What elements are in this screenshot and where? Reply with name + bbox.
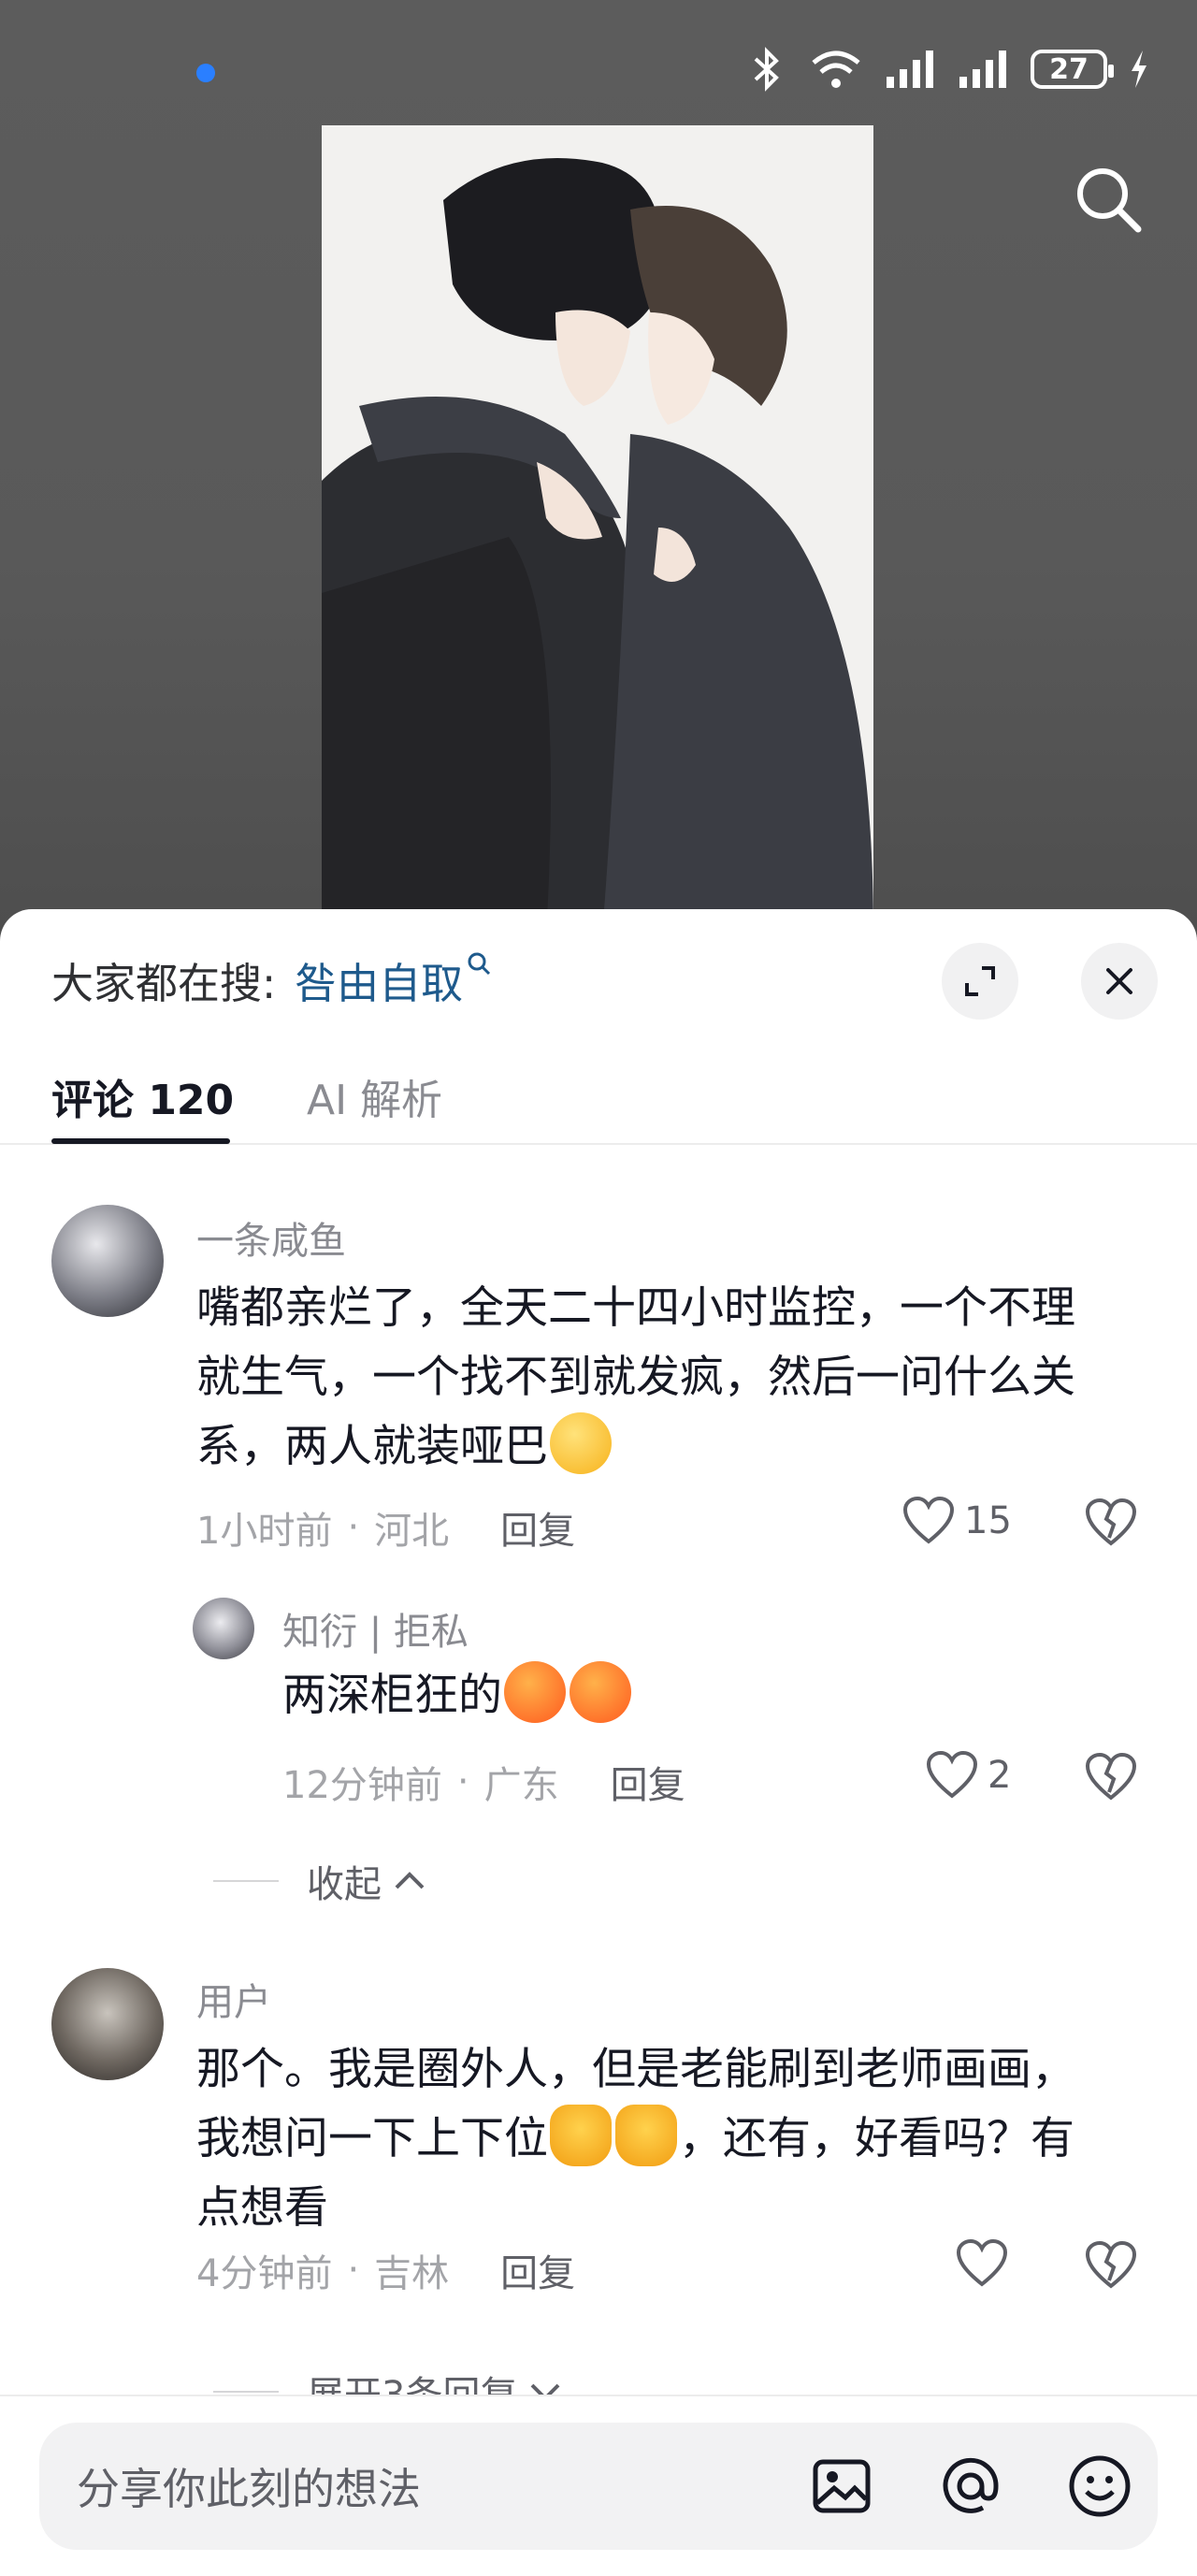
separator-dot: · — [456, 1760, 469, 1803]
expand-icon — [965, 966, 995, 996]
like-button[interactable] — [956, 2239, 1008, 2288]
reply-text-body: 两深柜狂的 — [282, 1670, 502, 1721]
reply-button[interactable]: 回复 — [500, 2243, 575, 2297]
collapse-replies[interactable]: 收起 — [213, 1854, 428, 1908]
like-count: 2 — [988, 1754, 1012, 1797]
comment-nickname[interactable]: 用户 — [196, 1972, 271, 2026]
heart-icon — [926, 1751, 978, 1799]
comment-time: 1小时前 — [196, 1510, 333, 1553]
broken-heart-icon — [1085, 1498, 1137, 1546]
comment-input-placeholder: 分享你此刻的想法 — [77, 2464, 421, 2514]
comment-meta: 1小时前 · 河北 回复 — [196, 1500, 575, 1555]
signal-icon-2 — [959, 51, 1006, 88]
reply-button[interactable]: 回复 — [611, 1755, 685, 1809]
comment-meta: 4分钟前 · 吉林 回复 — [196, 2243, 575, 2297]
comment-nickname[interactable]: 一条咸鱼 — [196, 1210, 346, 1265]
tab-bar: 评论 120 AI 解析 — [0, 1049, 1197, 1145]
comment-input-bar: 分享你此刻的想法 — [0, 2395, 1197, 2576]
avatar[interactable] — [193, 1598, 254, 1659]
tab-ai-analysis[interactable]: AI 解析 — [307, 1049, 442, 1143]
separator-dot: · — [347, 1506, 360, 1549]
dislike-button[interactable] — [1085, 1498, 1137, 1551]
comment-text-line: 点想看 — [196, 2182, 328, 2234]
comment-text-line: 嘴都亲烂了，全天二十四小时监控，一个不理 — [196, 1282, 1075, 1334]
mention-button[interactable] — [935, 2451, 1006, 2522]
heart-icon — [902, 1497, 955, 1544]
broken-heart-icon — [1085, 2240, 1137, 2289]
artwork-image[interactable] — [322, 125, 873, 935]
comment-text-line: ，还有，好看吗？有 — [679, 2113, 1074, 2164]
hot-face-emoji-icon — [570, 1661, 631, 1723]
like-button[interactable]: 2 — [926, 1751, 1011, 1800]
video-background: 27 — [0, 0, 1197, 935]
search-button[interactable] — [1066, 157, 1150, 241]
charging-icon — [1132, 51, 1147, 88]
avatar[interactable] — [51, 1205, 164, 1317]
comment-text-line: 系，两人就装哑巴 — [196, 1421, 548, 1472]
like-count: 15 — [964, 1499, 1012, 1542]
dislike-button[interactable] — [1085, 2240, 1137, 2294]
wifi-icon — [812, 51, 860, 88]
status-bar: 27 — [0, 0, 1197, 140]
divider-line — [213, 2391, 279, 2393]
comment-region: 河北 — [374, 1510, 450, 1553]
praying-hands-emoji-icon — [550, 2105, 612, 2166]
collapse-label: 收起 — [307, 1863, 382, 1906]
eye-roll-emoji-icon — [550, 1412, 612, 1474]
comment-text-line: 就生气，一个找不到就发疯，然后一问什么关 — [196, 1352, 1075, 1403]
emoji-button[interactable] — [1064, 2451, 1135, 2522]
comment-text-line: 那个。我是圈外人，但是老能刷到老师画画， — [196, 2044, 1075, 2095]
separator-dot: · — [347, 2249, 360, 2292]
expand-button[interactable] — [942, 943, 1018, 1020]
comment-time: 4分钟前 — [196, 2252, 333, 2295]
reply-nickname[interactable]: 知衍 | 拒私 — [282, 1601, 469, 1656]
praying-hands-emoji-icon — [615, 2105, 677, 2166]
comment-sheet: 大家都在搜: 咎由自取 评论 120 AI 解析 一条咸鱼 嘴都亲烂了，全天二十… — [0, 909, 1197, 2576]
illustration-two-figures — [322, 125, 873, 935]
like-button[interactable]: 15 — [902, 1497, 1012, 1545]
comment-text: 那个。我是圈外人，但是老能刷到老师画画， 我想问一下上下位 ，还有，好看吗？有 点… — [196, 2035, 1160, 2243]
dislike-button[interactable] — [1085, 1752, 1137, 1805]
status-left — [51, 45, 295, 92]
reply-button[interactable]: 回复 — [500, 1500, 575, 1555]
reply-region: 广东 — [483, 1764, 559, 1807]
heart-icon — [956, 2239, 1008, 2287]
hot-face-emoji-icon — [504, 1661, 566, 1723]
reply-text: 两深柜狂的 — [282, 1661, 633, 1730]
smiley-icon — [1069, 2455, 1131, 2517]
comment-region: 吉林 — [374, 2252, 450, 2295]
divider-line — [213, 1880, 279, 1882]
comment-text-line-wrap: 我想问一下上下位 ，还有，好看吗？有 — [196, 2105, 1160, 2174]
search-icon — [1077, 168, 1142, 233]
hot-search-prefix: 大家都在搜: — [51, 958, 277, 1008]
reply-meta: 12分钟前 · 广东 回复 — [282, 1755, 685, 1809]
tab-active-indicator — [51, 1138, 230, 1144]
avatar[interactable] — [51, 1968, 164, 2080]
notification-dot-icon — [196, 64, 215, 82]
comment-text-line-wrap: 系，两人就装哑巴 — [196, 1412, 1150, 1482]
image-icon — [813, 2459, 871, 2513]
comment-text-line: 我想问一下上下位 — [196, 2113, 548, 2164]
hot-search-bar[interactable]: 大家都在搜: 咎由自取 — [51, 947, 491, 1012]
status-icons: 27 — [746, 41, 1150, 97]
close-button[interactable] — [1081, 943, 1158, 1020]
at-sign-icon — [943, 2457, 999, 2513]
search-small-icon — [467, 951, 491, 982]
battery-level: 27 — [1049, 52, 1089, 86]
close-icon — [1106, 968, 1132, 994]
broken-heart-icon — [1085, 1752, 1137, 1801]
signal-icon — [887, 51, 933, 88]
image-button[interactable] — [806, 2451, 877, 2522]
comment-text: 嘴都亲烂了，全天二十四小时监控，一个不理 就生气，一个找不到就发疯，然后一问什么… — [196, 1274, 1150, 1482]
tab-comments[interactable]: 评论 120 — [51, 1049, 234, 1143]
hot-search-term[interactable]: 咎由自取 — [295, 949, 463, 1010]
reply-time: 12分钟前 — [282, 1764, 442, 1807]
battery-icon: 27 — [1031, 50, 1114, 89]
bluetooth-icon — [754, 47, 779, 92]
comment-input[interactable]: 分享你此刻的想法 — [39, 2423, 1158, 2550]
chevron-up-icon — [395, 1872, 425, 1889]
